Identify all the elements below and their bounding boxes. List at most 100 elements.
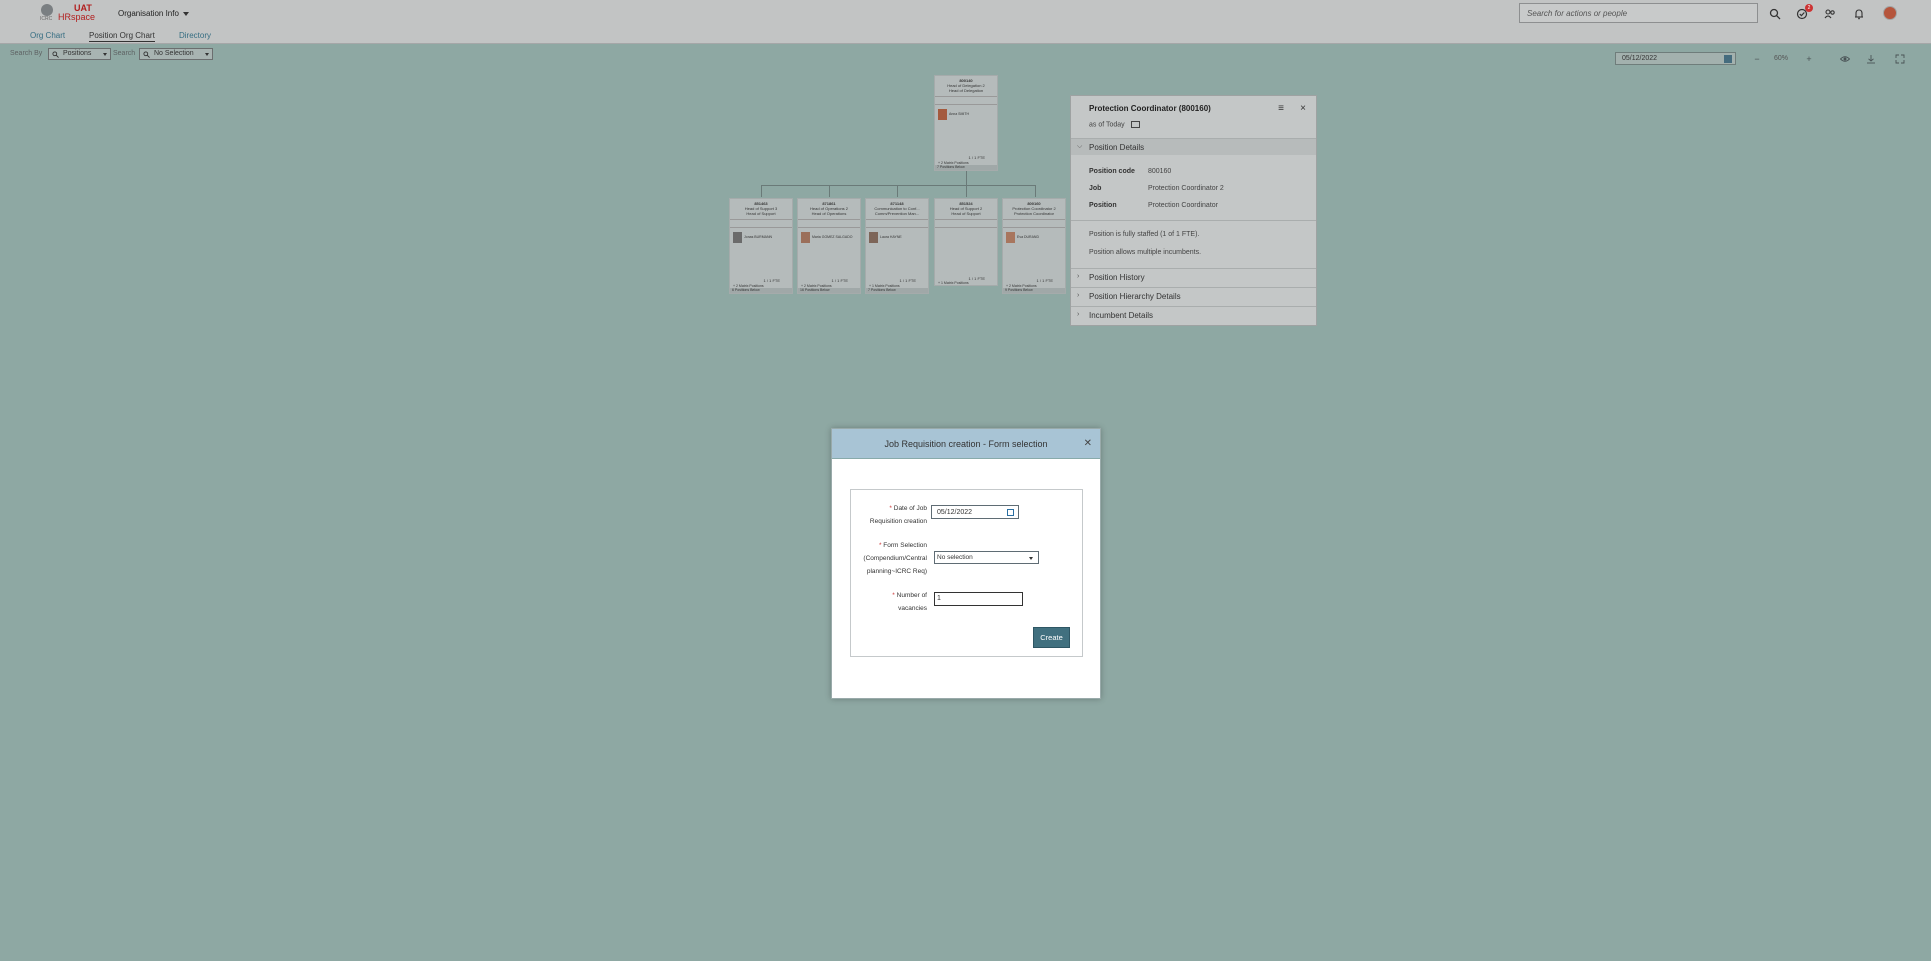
position-job: Head of Delegation [948, 88, 984, 93]
panel-title: Protection Coordinator (800160) [1089, 104, 1211, 113]
chevron-down-icon: ⌵ [1077, 143, 1083, 150]
date-label: * Date of Job Requisition creation [869, 505, 927, 525]
chevron-right-icon: › [1077, 311, 1080, 318]
icrc-logo-icon [41, 4, 53, 16]
form-selection-value: No selection [937, 554, 973, 561]
menu-icon[interactable]: ≡ [1276, 104, 1286, 114]
calendar-icon[interactable] [1724, 55, 1732, 63]
notification-count-badge: 2 [1805, 4, 1813, 12]
search-by-label: Search By [10, 50, 43, 57]
org-card-child[interactable]: 871148 Communication to Conf... Comm/Pre… [865, 198, 929, 294]
search-select[interactable]: No Selection [139, 48, 213, 60]
fte-count: 1 / 1 FTE [831, 278, 848, 283]
vacancies-input[interactable]: 1 [934, 592, 1023, 606]
requisition-date-field[interactable]: 05/12/2022 [931, 505, 1019, 519]
section-hierarchy-details[interactable]: › Position Hierarchy Details [1071, 287, 1316, 304]
user-avatar[interactable] [1883, 6, 1897, 20]
tab-directory[interactable]: Directory [179, 31, 211, 40]
incumbent-name: Eva DURAND [1017, 235, 1039, 239]
incumbent-name: Laura HAYNE [880, 235, 902, 239]
chevron-down-icon [1029, 557, 1033, 560]
incumbent-name: Anna SMITH [949, 112, 970, 116]
incumbent-name: Maria GOMEZ SALGADO [812, 235, 853, 239]
chevron-down-icon [103, 53, 107, 56]
avatar [1006, 232, 1015, 243]
position-job: Head of Support [746, 211, 776, 216]
connector-line [966, 185, 967, 197]
form-selection-dropdown[interactable]: No selection [934, 551, 1039, 564]
avatar [869, 232, 878, 243]
module-menu-label: Organisation Info [118, 9, 179, 18]
dialog-title: Job Requisition creation - Form selectio… [832, 429, 1100, 459]
section-label: Position History [1089, 273, 1145, 282]
fte-count: 1 / 1 FTE [899, 278, 916, 283]
calendar-icon[interactable] [1007, 509, 1014, 516]
page-tabs: Org Chart Position Org Chart Directory [0, 27, 1931, 44]
position-details-panel: Protection Coordinator (800160) ≡ × as o… [1070, 95, 1317, 326]
create-button[interactable]: Create [1033, 627, 1070, 648]
search-icon [143, 51, 150, 58]
incumbent[interactable]: Laura HAYNE [869, 232, 925, 243]
tab-position-org-chart[interactable]: Position Org Chart [89, 31, 155, 42]
positions-below[interactable]: 7 Positions Below [935, 165, 997, 170]
org-card-child[interactable]: 851524 Head of Support 2 Head of Support… [934, 198, 998, 286]
bell-icon[interactable] [1853, 7, 1865, 20]
position-job: Comm/Prevention Man... [874, 211, 920, 216]
section-position-details[interactable]: ⌵ Position Details [1071, 138, 1316, 155]
field-value: Protection Coordinator 2 [1147, 185, 1224, 192]
section-label: Position Details [1089, 143, 1145, 152]
org-card-child[interactable]: 871861 Head of Operations 2 Head of Oper… [797, 198, 861, 294]
incumbent[interactable]: Anna SMITH [938, 109, 994, 120]
chevron-right-icon: › [1077, 292, 1080, 299]
multiple-incumbents-text: Position allows multiple incumbents. [1089, 249, 1202, 256]
connector-line [761, 185, 762, 197]
search-value: No Selection [154, 50, 194, 57]
close-icon[interactable]: ✕ [1084, 438, 1092, 449]
eye-icon[interactable] [1839, 54, 1851, 64]
calendar-card-icon[interactable] [1130, 121, 1140, 128]
position-job: Protection Coordinator [1013, 211, 1055, 216]
search-by-select[interactable]: Positions [48, 48, 111, 60]
as-of-date-field[interactable]: 05/12/2022 [1615, 52, 1736, 65]
close-icon[interactable]: × [1298, 104, 1308, 114]
job-row: Job Protection Coordinator 2 [1089, 185, 1224, 192]
as-of-label: as of Today [1089, 121, 1140, 128]
module-menu[interactable]: Organisation Info [118, 9, 189, 18]
org-card-root[interactable]: 800140 Head of Delegation 2 Head of Dele… [934, 75, 998, 171]
zoom-out-icon[interactable]: − [1752, 54, 1762, 64]
card-icon-row [730, 219, 792, 228]
section-incumbent-details[interactable]: › Incumbent Details [1071, 306, 1316, 323]
form-selection-label: * Form Selection (Compendium/Central plann… [863, 542, 927, 575]
section-label: Position Hierarchy Details [1089, 292, 1181, 301]
people-icon[interactable] [1824, 7, 1836, 19]
positions-below[interactable]: 16 Positions Below [798, 288, 860, 293]
positions-below[interactable]: 6 Positions Below [730, 288, 792, 293]
org-card-child[interactable]: 851463 Head of Support 3 Head of Support… [729, 198, 793, 294]
fte-count: 1 / 1 FTE [968, 276, 985, 281]
card-icon-row [935, 96, 997, 105]
card-icon-row [935, 219, 997, 228]
position-row: Position Protection Coordinator [1089, 202, 1218, 209]
org-card-child-selected[interactable]: 800160 Protection Coordinator 2 Protecti… [1002, 198, 1066, 294]
as-of-text: as of Today [1089, 121, 1125, 129]
staffing-text: Position is fully staffed (1 of 1 FTE). [1089, 231, 1200, 238]
logo-small-text: ICRC [40, 16, 53, 22]
incumbent[interactable]: Eva DURAND [1006, 232, 1062, 243]
card-icon-row [798, 219, 860, 228]
section-position-history[interactable]: › Position History [1071, 268, 1316, 285]
incumbent[interactable]: Jonas BURMANN [733, 232, 789, 243]
search-icon[interactable] [1769, 7, 1781, 20]
incumbent[interactable]: Maria GOMEZ SALGADO [801, 232, 857, 243]
fullscreen-icon[interactable] [1895, 54, 1905, 64]
zoom-in-icon[interactable]: + [1804, 54, 1814, 64]
global-search-input[interactable]: Search for actions or people [1519, 3, 1758, 23]
field-label: Position code [1089, 168, 1135, 175]
fte-count: 1 / 1 FTE [763, 278, 780, 283]
positions-below[interactable]: 7 Positions Below [866, 288, 928, 293]
tab-org-chart[interactable]: Org Chart [30, 31, 65, 40]
positions-below[interactable]: 9 Positions Below [1003, 288, 1065, 293]
connector-line [1035, 185, 1036, 197]
field-value: 800160 [1147, 168, 1172, 175]
download-icon[interactable] [1866, 54, 1876, 64]
logo-app-name: HRspace [58, 12, 96, 22]
